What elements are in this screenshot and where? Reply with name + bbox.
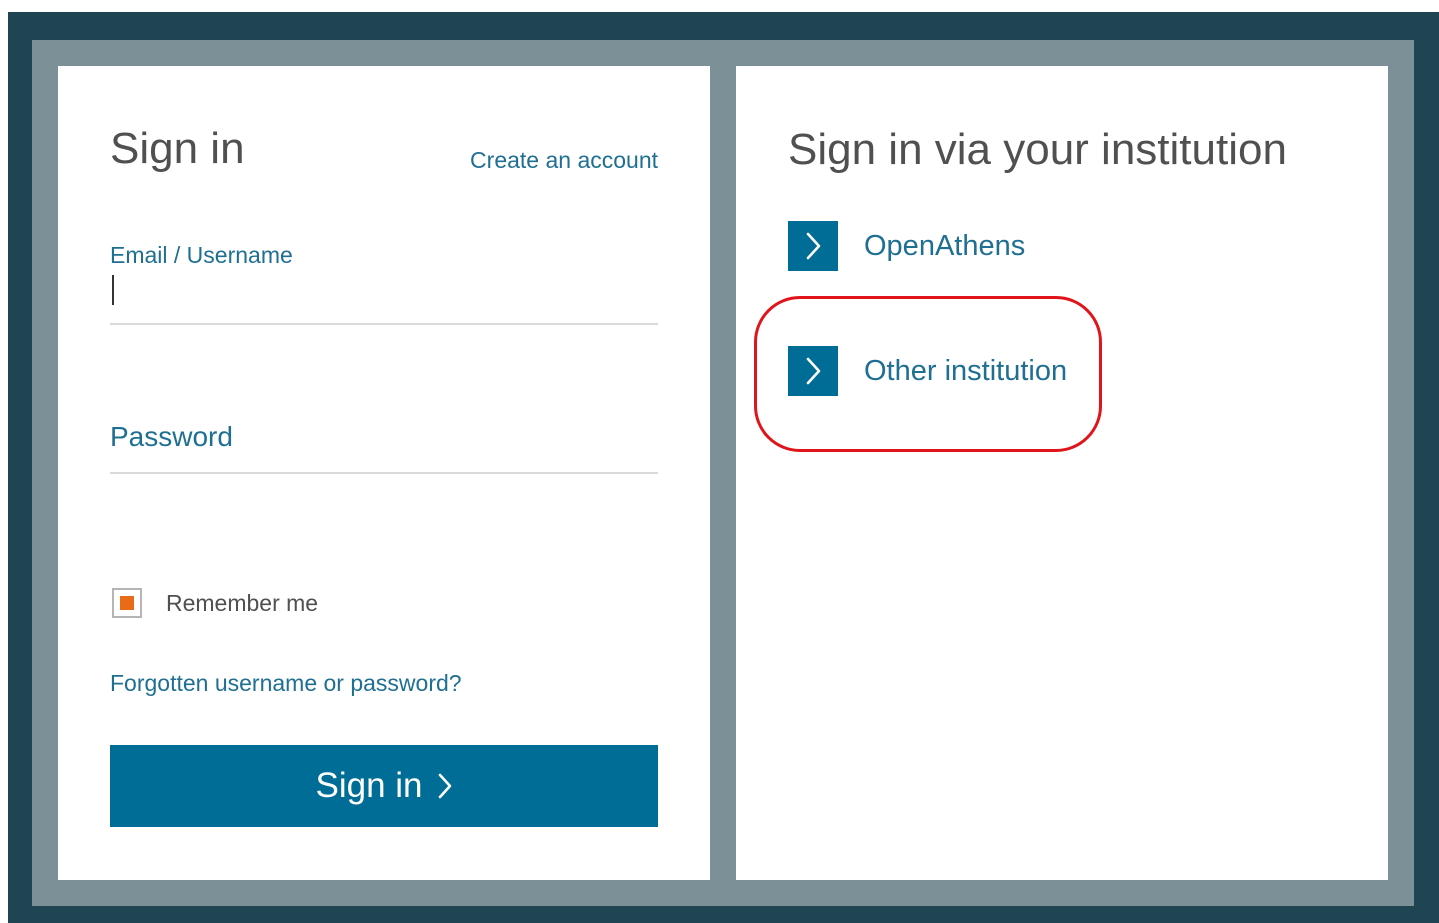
email-label: Email / Username — [110, 242, 293, 268]
text-caret — [112, 275, 114, 305]
checkbox-checked-icon — [120, 596, 134, 610]
sign-in-button-label: Sign in — [315, 766, 423, 805]
forgot-credentials-link[interactable]: Forgotten username or password? — [110, 669, 462, 697]
create-account-link[interactable]: Create an account — [470, 146, 658, 174]
remember-me-checkbox[interactable] — [112, 588, 142, 618]
other-institution-label[interactable]: Other institution — [864, 355, 1067, 388]
institution-panel: Sign in via your institution OpenAthens … — [736, 66, 1388, 880]
remember-me-label: Remember me — [166, 589, 319, 616]
other-institution-option[interactable]: Other institution — [788, 346, 1067, 396]
sign-in-panel: Sign in Create an account Email / Userna… — [58, 66, 710, 880]
chevron-right-icon — [437, 772, 453, 800]
sign-in-title: Sign in — [110, 124, 245, 173]
password-field: Password — [110, 414, 658, 474]
institution-title: Sign in via your institution — [788, 125, 1287, 174]
chevron-right-icon[interactable] — [788, 221, 838, 271]
password-label: Password — [110, 421, 233, 452]
openathens-option[interactable]: OpenAthens — [788, 221, 1025, 271]
remember-me-toggle[interactable]: Remember me — [112, 584, 318, 622]
email-field: Email / Username — [110, 241, 658, 325]
email-input[interactable] — [110, 277, 658, 307]
password-input[interactable] — [110, 460, 658, 470]
openathens-label[interactable]: OpenAthens — [864, 230, 1025, 263]
chevron-right-icon[interactable] — [788, 346, 838, 396]
sign-in-button[interactable]: Sign in — [110, 745, 658, 827]
